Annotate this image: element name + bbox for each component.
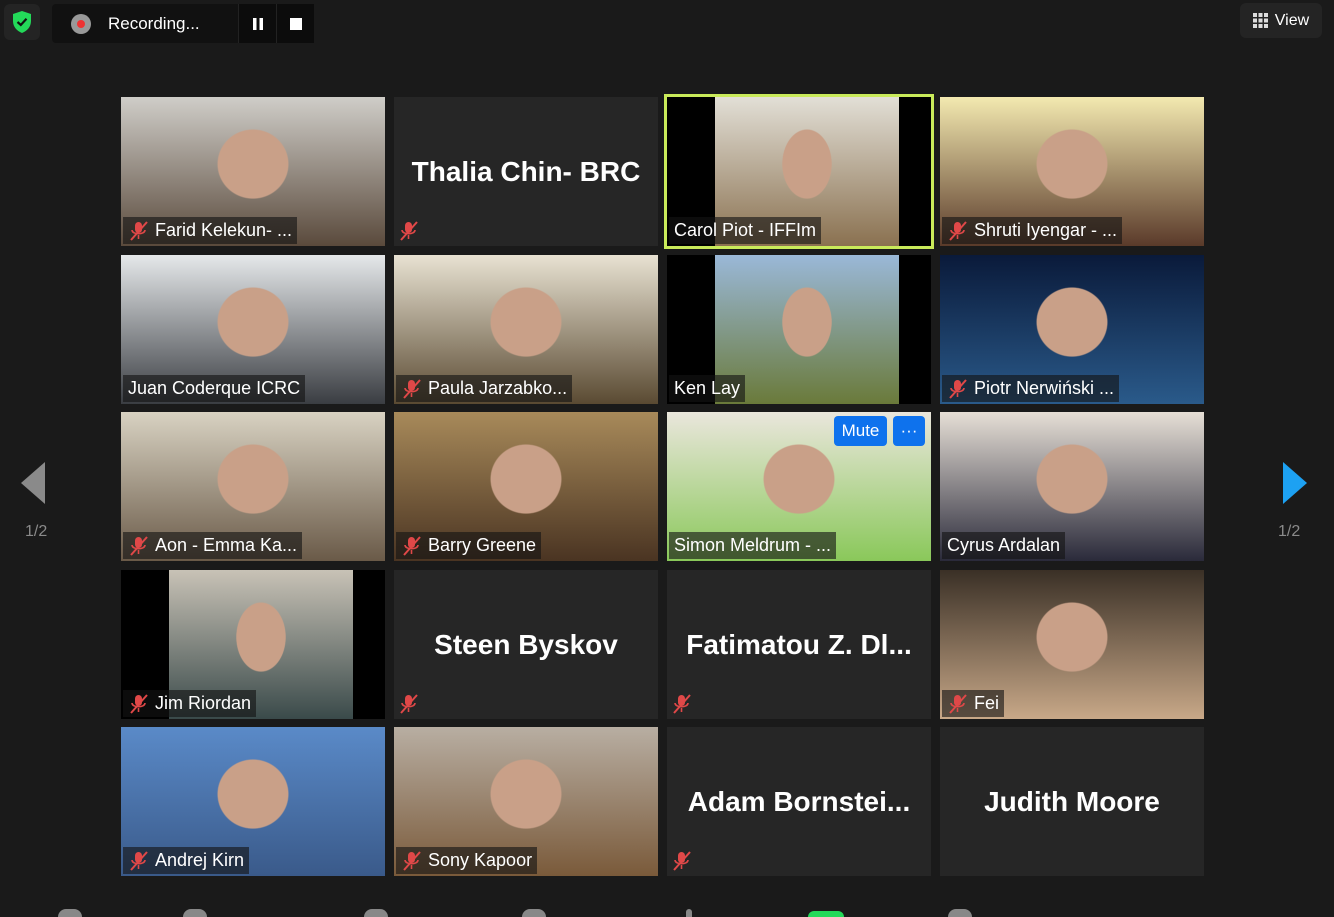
participant-name: Aon - Emma Ka...	[155, 535, 298, 555]
participant-tile[interactable]: Sony Kapoor	[394, 727, 658, 876]
muted-mic-icon	[398, 693, 420, 715]
share-screen-toolbar-icon[interactable]	[808, 911, 844, 917]
participant-tile[interactable]: Piotr Nerwiński ...	[940, 255, 1204, 404]
participant-tile[interactable]: Andrej Kirn	[121, 727, 385, 876]
participant-name-label: Farid Kelekun- ...	[123, 217, 298, 244]
participant-name-label: Piotr Nerwiński ...	[942, 375, 1120, 402]
pause-recording-button[interactable]	[238, 4, 276, 43]
participant-name: Steen Byskov	[434, 628, 618, 660]
muted-mic-icon	[398, 220, 420, 242]
participant-name: Thalia Chin- BRC	[411, 155, 641, 187]
muted-mic-icon	[671, 693, 693, 715]
muted-mic-icon	[401, 535, 423, 557]
participant-name-label: Andrej Kirn	[123, 847, 250, 874]
participant-tile[interactable]: Judith Moore	[940, 727, 1204, 876]
participant-tile[interactable]: Cyrus Ardalan	[940, 412, 1204, 561]
view-label: View	[1274, 11, 1310, 29]
participant-name: Jim Riordan	[155, 693, 252, 713]
participant-tile[interactable]: Jim Riordan	[121, 570, 385, 719]
participant-tile[interactable]: Shruti Iyengar - ...	[940, 97, 1204, 246]
participant-tile[interactable]: Ken Lay	[667, 255, 931, 404]
muted-mic-icon	[947, 378, 969, 400]
participant-name: Cyrus Ardalan	[947, 535, 1061, 555]
grid-icon	[1252, 13, 1268, 28]
participant-tile[interactable]: Adam Bornstei...	[667, 727, 931, 876]
participants-toolbar-icon[interactable]	[522, 909, 546, 917]
muted-mic-icon	[128, 220, 150, 242]
participant-name: Juan Coderque ICRC	[128, 378, 301, 398]
previous-page-arrow-icon[interactable]	[21, 462, 45, 504]
participant-name: Farid Kelekun- ...	[155, 220, 293, 240]
mute-participant-button[interactable]: Mute	[834, 416, 887, 446]
muted-mic-icon	[947, 693, 969, 715]
view-button[interactable]: View	[1240, 3, 1322, 38]
participant-name-label: Shruti Iyengar - ...	[942, 217, 1123, 244]
participant-name: Carol Piot - IFFIm	[674, 220, 817, 240]
participant-tile[interactable]: Aon - Emma Ka...	[121, 412, 385, 561]
participant-tile[interactable]: Barry Greene	[394, 412, 658, 561]
participant-tile[interactable]: Fatimatou Z. Dl...	[667, 570, 931, 719]
participant-name-label: Juan Coderque ICRC	[123, 375, 306, 402]
participant-name: Paula Jarzabko...	[428, 378, 568, 398]
participant-name: Sony Kapoor	[428, 850, 533, 870]
security-toolbar-icon[interactable]	[364, 909, 388, 917]
chat-toolbar-icon[interactable]	[686, 909, 692, 917]
stop-recording-button[interactable]	[276, 4, 314, 43]
muted-mic-icon	[128, 693, 150, 715]
participant-name: Ken Lay	[674, 378, 741, 398]
participant-name: Piotr Nerwiński ...	[974, 378, 1115, 398]
recording-label: Recording...	[108, 13, 200, 33]
record-toolbar-icon[interactable]	[948, 909, 972, 917]
muted-mic-icon	[128, 535, 150, 557]
participant-name: Judith Moore	[984, 785, 1160, 817]
security-shield-icon[interactable]	[4, 4, 40, 40]
recording-bar: Recording...	[52, 4, 314, 43]
participant-name: Andrej Kirn	[155, 850, 245, 870]
video-toolbar-icon[interactable]	[183, 909, 207, 917]
participant-name-label: Barry Greene	[396, 532, 542, 559]
participant-name-label: Cyrus Ardalan	[942, 532, 1066, 559]
participant-name-label: Paula Jarzabko...	[396, 375, 573, 402]
more-options-button[interactable]: ···	[893, 416, 925, 446]
participant-name-label: Fei	[942, 690, 1005, 717]
participant-tile[interactable]: Paula Jarzabko...	[394, 255, 658, 404]
muted-mic-icon	[128, 850, 150, 872]
participant-name: Adam Bornstei...	[687, 785, 911, 817]
muted-mic-icon	[947, 220, 969, 242]
page-indicator-left: 1/2	[25, 523, 48, 540]
participant-tile[interactable]: Steen Byskov	[394, 570, 658, 719]
participant-tile[interactable]: Simon Meldrum - ... Mute ···	[667, 412, 931, 561]
participant-tile[interactable]: Carol Piot - IFFIm	[664, 94, 934, 249]
participant-name-label: Jim Riordan	[123, 690, 257, 717]
participant-name: Fei	[974, 693, 1000, 713]
next-page-arrow-icon[interactable]	[1283, 462, 1307, 504]
muted-mic-icon	[671, 850, 693, 872]
participant-name: Barry Greene	[428, 535, 537, 555]
participant-name-label: Simon Meldrum - ...	[669, 532, 837, 559]
participant-name-label: Aon - Emma Ka...	[123, 532, 303, 559]
participant-tile[interactable]: Fei	[940, 570, 1204, 719]
participant-tile[interactable]: Thalia Chin- BRC	[394, 97, 658, 246]
muted-mic-icon	[401, 378, 423, 400]
recording-icon	[71, 13, 91, 34]
participant-name: Fatimatou Z. Dl...	[686, 628, 912, 660]
page-indicator-right: 1/2	[1278, 523, 1301, 540]
participant-name: Shruti Iyengar - ...	[974, 220, 1118, 240]
participant-tile[interactable]: Farid Kelekun- ...	[121, 97, 385, 246]
mute-toolbar-icon[interactable]	[58, 909, 82, 917]
participant-name: Simon Meldrum - ...	[674, 535, 832, 555]
participant-tile[interactable]: Juan Coderque ICRC	[121, 255, 385, 404]
participant-name-label: Sony Kapoor	[396, 847, 538, 874]
participant-name-label: Carol Piot - IFFIm	[669, 217, 822, 244]
participant-name-label: Ken Lay	[669, 375, 746, 402]
muted-mic-icon	[401, 850, 423, 872]
